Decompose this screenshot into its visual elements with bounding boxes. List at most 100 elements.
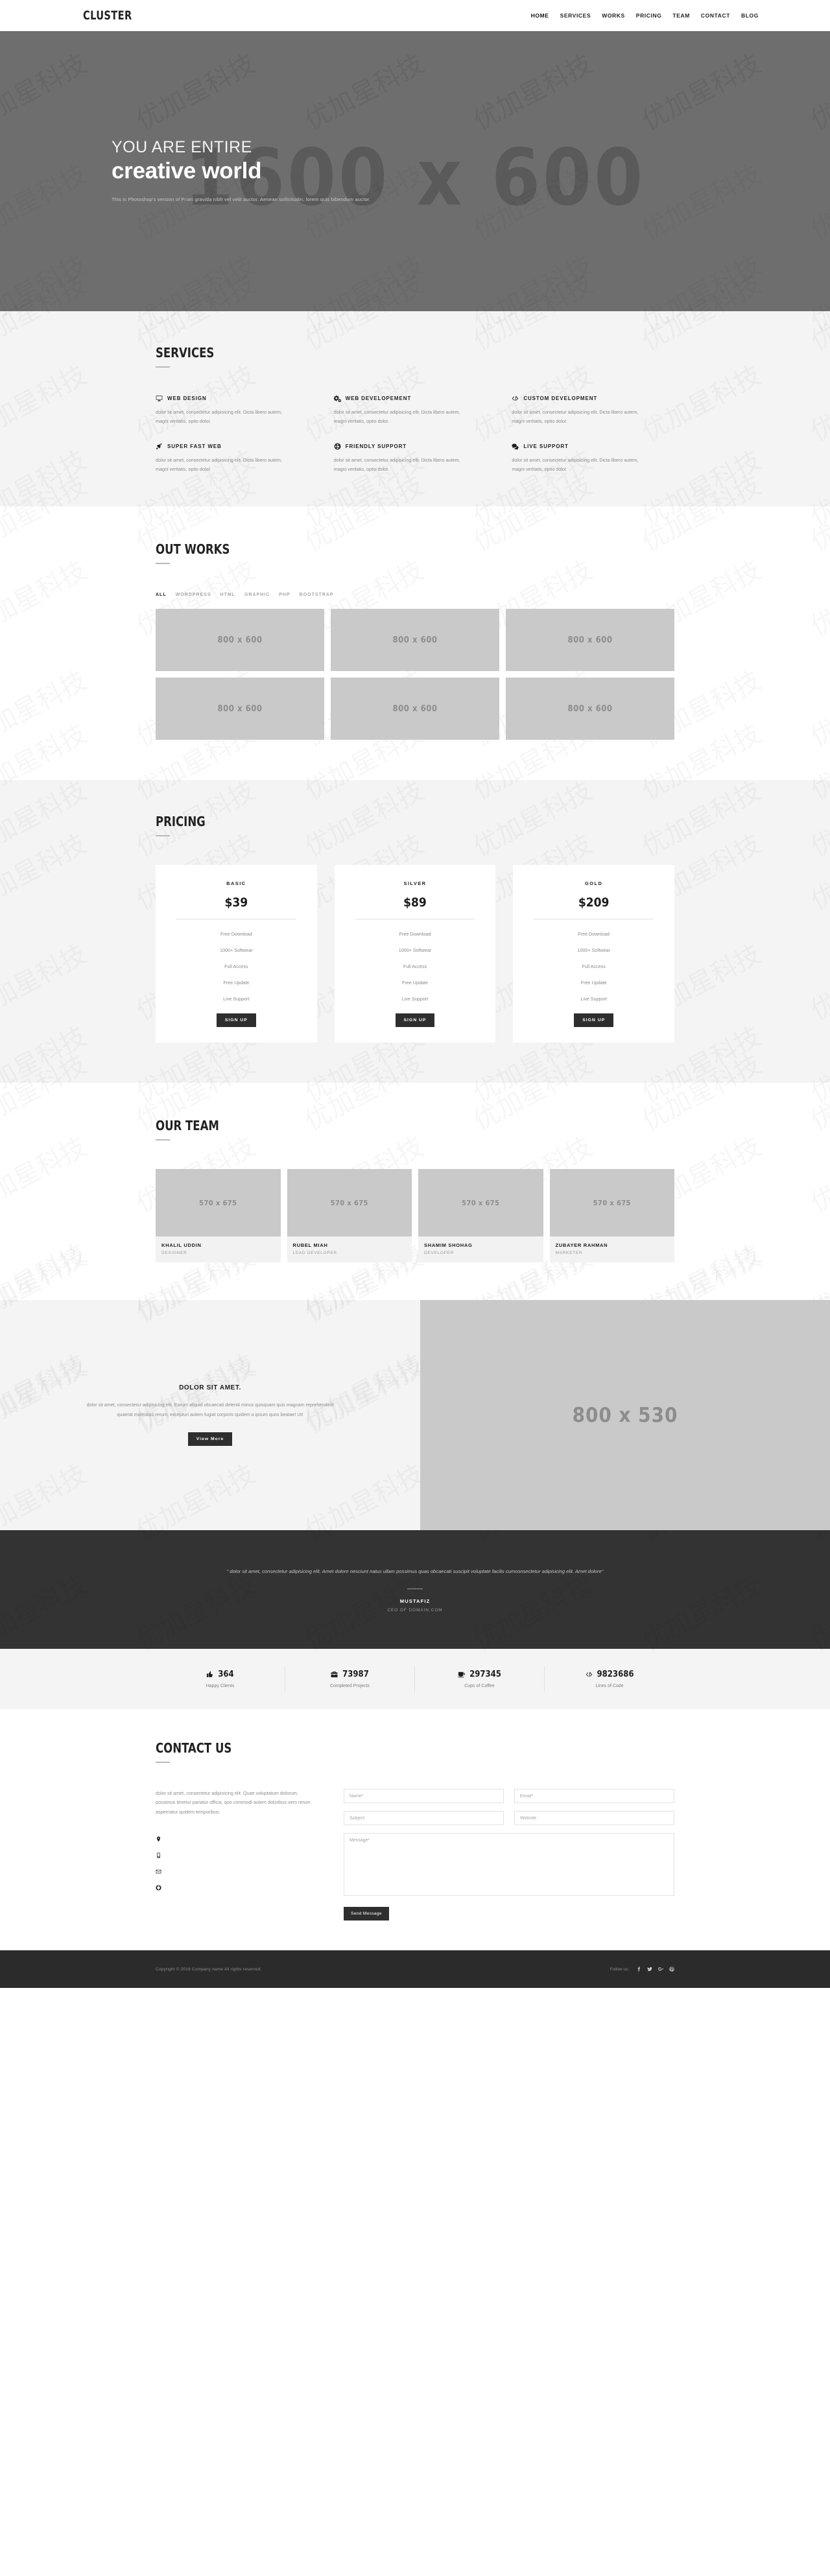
watermark-text: 优加星科技 bbox=[803, 660, 830, 754]
email-input[interactable] bbox=[514, 1789, 674, 1804]
team-member-name: KHALIL UDDIN bbox=[161, 1242, 202, 1249]
service-text: dolor sit amet, consectetur adipisicing … bbox=[512, 409, 639, 425]
work-item[interactable]: 800 x 600 bbox=[506, 609, 674, 672]
works-filter-html[interactable]: HTML bbox=[220, 593, 235, 597]
brand-text: CLUSTER bbox=[83, 8, 132, 23]
pinterest-icon[interactable] bbox=[669, 1967, 674, 1972]
counters-grid: 364 Happy Clients 73987 Completed Projec… bbox=[156, 1666, 674, 1693]
nav-item-works[interactable]: WORKS bbox=[602, 12, 625, 19]
nav-item-blog[interactable]: BLOG bbox=[741, 12, 759, 19]
message-textarea[interactable] bbox=[344, 1833, 674, 1897]
works-filter-graphic[interactable]: GRAPHIC bbox=[244, 593, 270, 597]
work-item[interactable]: 800 x 600 bbox=[506, 678, 674, 740]
pricing-card-gold: GOLD $209 Free Download 1000+ Softwear F… bbox=[513, 865, 674, 1043]
work-item[interactable]: 800 x 600 bbox=[331, 609, 499, 672]
service-card-web-design: WEB DESIGN dolor sit amet, consectetur a… bbox=[156, 395, 318, 426]
contact-section: 优加星科技优加星科技优加星科技优加星科技优加星科技优加星科技优加星科技优加星科技… bbox=[0, 0, 830, 1989]
hero-text: This is Photoshop's version of Proin gra… bbox=[112, 196, 371, 202]
works-filter-bootstrap[interactable]: BOOTSTRAP bbox=[300, 593, 334, 597]
service-title: SUPER FAST WEB bbox=[167, 443, 222, 450]
plan-price: $39 bbox=[224, 895, 248, 910]
service-title: WEB DESIGN bbox=[167, 396, 207, 401]
hero-title: creative world bbox=[112, 158, 262, 183]
brand-logo[interactable]: CLUSTER bbox=[71, 8, 188, 23]
thumbs-up-icon bbox=[206, 1671, 213, 1678]
watermark-text: 优加星科技 bbox=[803, 354, 830, 448]
signup-button[interactable]: SIGN UP bbox=[395, 1013, 435, 1028]
work-item[interactable]: 800 x 600 bbox=[331, 678, 499, 740]
site-footer: Copyright © 2016 Company name All rights… bbox=[0, 1950, 830, 1989]
website-input[interactable] bbox=[514, 1811, 674, 1826]
google-plus-icon[interactable] bbox=[658, 1967, 663, 1972]
twitter-icon[interactable] bbox=[647, 1967, 652, 1972]
works-filter-all[interactable]: ALL bbox=[156, 593, 167, 597]
follow-us-label: Follow us: bbox=[610, 1967, 629, 1972]
globe-icon bbox=[156, 1885, 161, 1891]
counter-value: 297345 bbox=[469, 1670, 501, 1680]
counter-value: 73987 bbox=[342, 1670, 369, 1680]
nav-item-contact[interactable]: CONTACT bbox=[701, 12, 730, 19]
works-filter-php[interactable]: PHP bbox=[279, 593, 290, 597]
plan-feature: Free Update bbox=[402, 980, 428, 986]
counter-label: Completed Projects bbox=[329, 1684, 370, 1689]
team-card[interactable]: 570 x 675 ZUBAYER RAHMAN MARKETER bbox=[549, 1169, 674, 1263]
plan-feature: Live Support bbox=[401, 996, 429, 1002]
about-placeholder-text: 800 x 530 bbox=[572, 1403, 678, 1427]
counter-label: Lines of Code bbox=[595, 1684, 624, 1689]
nav-item-home[interactable]: HOME bbox=[531, 12, 549, 19]
about-title: DOLOR SIT AMET. bbox=[179, 1384, 241, 1392]
counter-label: Cups of Coffee bbox=[464, 1684, 495, 1689]
subject-input[interactable] bbox=[344, 1811, 504, 1826]
about-section: 优加星科技优加星科技优加星科技优加星科技优加星科技优加星科技优加星科技优加星科技… bbox=[0, 1300, 830, 1531]
services-title: SERVICES bbox=[156, 345, 215, 360]
work-item[interactable]: 800 x 600 bbox=[156, 609, 324, 672]
plan-feature: 1000+ Softwear bbox=[577, 947, 610, 954]
plan-feature: Free Update bbox=[580, 980, 607, 986]
plan-feature: Free Update bbox=[223, 980, 250, 986]
team-card[interactable]: 570 x 675 KHALIL UDDIN DESIGNER bbox=[156, 1169, 281, 1263]
site-header: CLUSTER HOME SERVICES WORKS PRICING TEAM… bbox=[0, 0, 830, 31]
contact-info-address bbox=[156, 1831, 318, 1847]
counter-value: 9823686 bbox=[597, 1670, 634, 1680]
watermark-text: 优加星科技 bbox=[0, 550, 92, 644]
coffee-icon bbox=[458, 1671, 466, 1678]
signup-button[interactable]: SIGN UP bbox=[574, 1013, 614, 1028]
team-card[interactable]: 570 x 675 SHAMIM SHOHAG DEVELOPER bbox=[418, 1169, 543, 1263]
facebook-icon[interactable] bbox=[636, 1967, 641, 1972]
name-input[interactable] bbox=[344, 1789, 504, 1804]
team-member-name: ZUBAYER RAHMAN bbox=[555, 1242, 608, 1249]
team-photo: 570 x 675 bbox=[156, 1169, 281, 1237]
send-message-button[interactable]: Send Message bbox=[344, 1907, 389, 1921]
title-rule bbox=[156, 563, 170, 565]
team-member-role: DESIGNER bbox=[161, 1251, 187, 1256]
title-rule bbox=[156, 1762, 170, 1764]
team-section: 优加星科技优加星科技优加星科技优加星科技优加星科技优加星科技优加星科技优加星科技… bbox=[0, 1083, 830, 1301]
contact-description: dolor sit amet, consectetur adipisicing … bbox=[156, 1790, 311, 1815]
team-member-name: RUBEL MIAH bbox=[292, 1242, 328, 1249]
main-nav: HOME SERVICES WORKS PRICING TEAM CONTACT… bbox=[531, 12, 759, 19]
works-filter-wordpress[interactable]: WORDPRESS bbox=[176, 593, 211, 597]
signup-button[interactable]: SIGN UP bbox=[216, 1013, 256, 1028]
service-title: FRIENDLY SUPPORT bbox=[345, 443, 407, 450]
plan-feature: 1000+ Softwear bbox=[398, 947, 432, 954]
pricing-card-silver: SILVER $89 Free Download 1000+ Softwear … bbox=[334, 865, 496, 1043]
service-title: LIVE SUPPORT bbox=[523, 443, 569, 450]
plan-features: Free Download 1000+ Softwear Full Access… bbox=[167, 926, 305, 1007]
team-title: OUR TEAM bbox=[156, 1118, 219, 1134]
nav-item-services[interactable]: SERVICES bbox=[560, 12, 591, 19]
nav-item-pricing[interactable]: PRICING bbox=[636, 12, 662, 19]
team-card[interactable]: 570 x 675 RUBEL MIAH LEAD DEVELOPER bbox=[287, 1169, 412, 1263]
pricing-section: 优加星科技优加星科技优加星科技优加星科技优加星科技优加星科技优加星科技优加星科技… bbox=[0, 780, 830, 1083]
work-item[interactable]: 800 x 600 bbox=[156, 678, 324, 740]
works-filter-bar: ALL WORDPRESS HTML GRAPHIC PHP BOOTSTRAP bbox=[156, 593, 674, 597]
contact-info-panel: dolor sit amet, consectetur adipisicing … bbox=[156, 1789, 318, 1920]
services-section: 优加星科技优加星科技优加星科技优加星科技优加星科技优加星科技优加星科技优加星科技… bbox=[0, 311, 830, 507]
view-more-button[interactable]: View More bbox=[187, 1432, 233, 1447]
team-member-role: LEAD DEVELOPER bbox=[292, 1251, 337, 1256]
watermark-text: 优加星科技 bbox=[0, 934, 92, 1028]
counter-lines-of-code: 9823686 Lines of Code bbox=[545, 1666, 674, 1692]
plan-feature: Full Access bbox=[224, 963, 248, 970]
team-member-role: MARKETER bbox=[555, 1251, 583, 1256]
nav-item-team[interactable]: TEAM bbox=[672, 12, 689, 19]
counters-section: 优加星科技优加星科技优加星科技优加星科技优加星科技优加星科技优加星科技优加星科技… bbox=[0, 0, 830, 1989]
